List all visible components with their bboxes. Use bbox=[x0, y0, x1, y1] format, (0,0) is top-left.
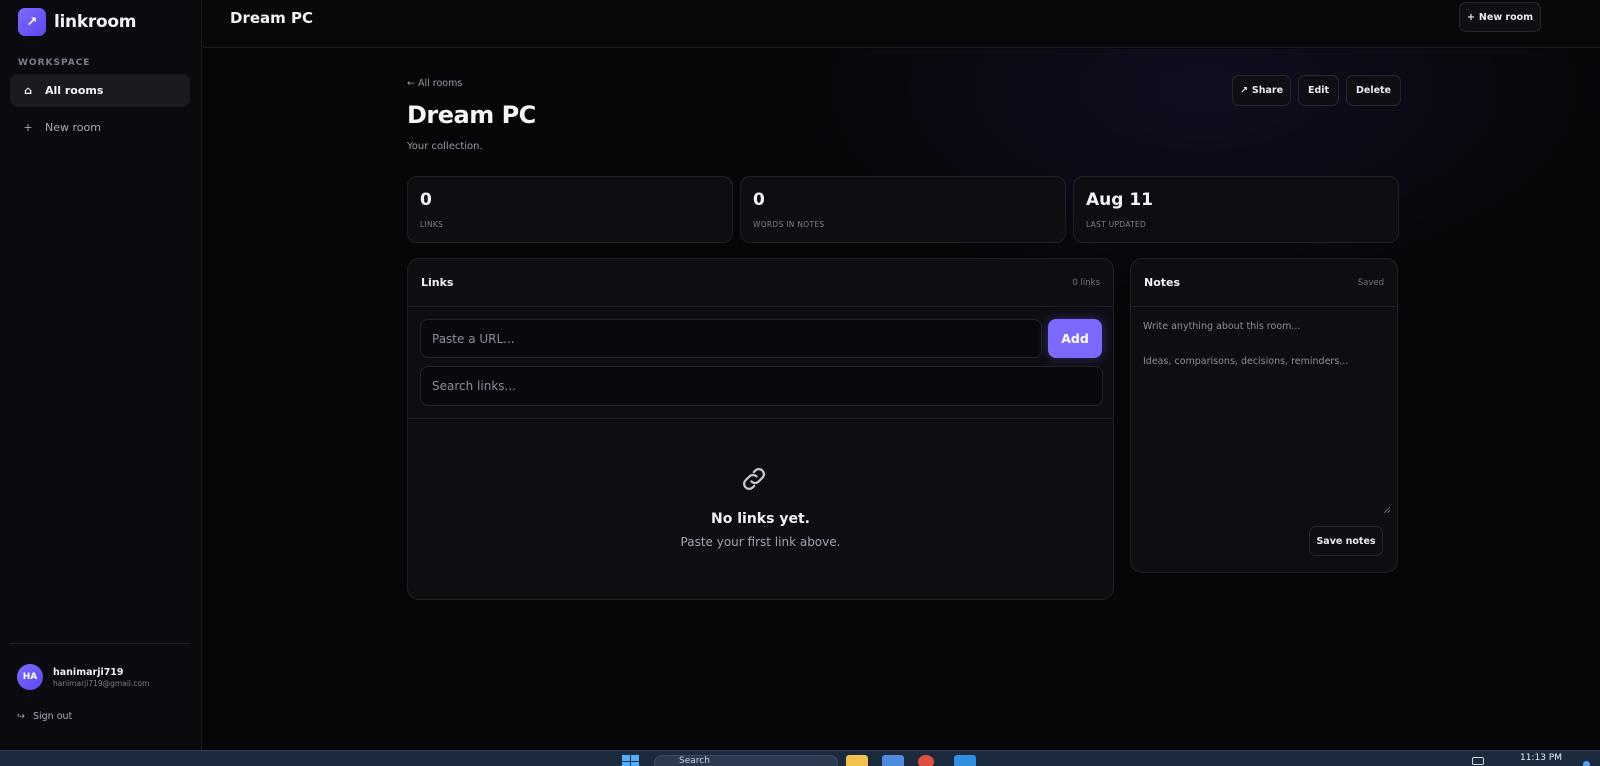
notes-title: Notes bbox=[1144, 276, 1181, 289]
stat-label: WORDS IN NOTES bbox=[753, 220, 825, 229]
page-title: Dream PC bbox=[230, 9, 313, 27]
back-label: All rooms bbox=[418, 78, 463, 89]
stat-value: Aug 11 bbox=[1086, 190, 1154, 210]
file-explorer-icon[interactable] bbox=[846, 755, 868, 766]
taskbar-search[interactable]: Search bbox=[654, 755, 838, 766]
user-profile[interactable]: HA hanimarji719 hanimarji719@gmail.com bbox=[17, 664, 149, 690]
home-icon: ⌂ bbox=[24, 84, 32, 97]
arrow-left-icon: ← bbox=[407, 78, 415, 89]
share-arrow-icon: ↗ bbox=[1239, 85, 1248, 96]
new-room-label: New room bbox=[1478, 11, 1534, 23]
notes-placeholder-line2: Ideas, comparisons, decisions, reminders… bbox=[1143, 356, 1349, 367]
links-header: Links 0 links bbox=[408, 259, 1113, 307]
user-email: hanimarji719@gmail.com bbox=[53, 678, 150, 688]
edit-button[interactable]: Edit bbox=[1298, 75, 1339, 106]
stat-value: 0 bbox=[420, 190, 432, 210]
tray-icon[interactable] bbox=[1472, 757, 1484, 765]
windows-start-icon[interactable] bbox=[622, 755, 640, 766]
plus-icon: + bbox=[23, 121, 33, 134]
vscode-icon[interactable] bbox=[954, 755, 976, 766]
empty-state-subtitle: Paste your first link above. bbox=[680, 535, 841, 549]
delete-button[interactable]: Delete bbox=[1346, 75, 1401, 106]
notes-placeholder-line1: Write anything about this room... bbox=[1143, 321, 1301, 332]
sign-out-icon: ↪ bbox=[17, 711, 25, 722]
notes-panel: Notes Saved Write anything about this ro… bbox=[1130, 258, 1398, 573]
stat-value: 0 bbox=[753, 190, 765, 210]
store-icon[interactable] bbox=[882, 755, 904, 766]
link-icon bbox=[743, 468, 765, 490]
user-name: hanimarji719 bbox=[53, 666, 124, 678]
room-subtitle: Your collection. bbox=[407, 141, 483, 152]
notes-status: Saved bbox=[1357, 278, 1384, 288]
divider bbox=[408, 418, 1113, 419]
workspace-label: WORKSPACE bbox=[18, 58, 91, 68]
room-title: Dream PC bbox=[407, 101, 536, 129]
notification-icon[interactable] bbox=[1583, 761, 1590, 766]
main-content: ← All rooms Dream PC Your collection. ↗ … bbox=[203, 49, 1600, 750]
sign-out-label: Sign out bbox=[32, 711, 73, 722]
links-count: 0 links bbox=[1072, 278, 1100, 288]
brand[interactable]: ↗ linkroom bbox=[18, 8, 136, 36]
sidebar: ↗ linkroom WORKSPACE ⌂ All rooms + New r… bbox=[0, 0, 202, 750]
browser-icon[interactable] bbox=[918, 755, 934, 766]
stat-card-words: 0 WORDS IN NOTES bbox=[740, 176, 1066, 243]
os-taskbar: Search 11:13 PM bbox=[0, 750, 1600, 766]
notes-header: Notes Saved bbox=[1131, 259, 1397, 307]
stat-label: LAST UPDATED bbox=[1086, 220, 1147, 229]
empty-state-title: No links yet. bbox=[711, 511, 810, 527]
plus-icon: + bbox=[1466, 11, 1475, 23]
share-label: Share bbox=[1251, 85, 1284, 96]
stat-card-updated: Aug 11 LAST UPDATED bbox=[1073, 176, 1399, 243]
stat-card-links: 0 LINKS bbox=[407, 176, 733, 243]
save-notes-button[interactable]: Save notes bbox=[1309, 526, 1383, 556]
search-links-input[interactable]: Search links... bbox=[420, 366, 1103, 406]
sign-out-button[interactable]: ↪ Sign out bbox=[17, 711, 72, 722]
stat-label: LINKS bbox=[420, 220, 444, 229]
add-link-button[interactable]: Add bbox=[1048, 319, 1102, 358]
url-input[interactable]: Paste a URL... bbox=[420, 319, 1042, 358]
share-button[interactable]: ↗ Share bbox=[1232, 75, 1291, 106]
clock: 11:13 PM bbox=[1520, 753, 1562, 763]
resize-handle-icon[interactable] bbox=[1384, 507, 1390, 513]
links-panel: Links 0 links Paste a URL... Add Search … bbox=[407, 258, 1114, 600]
new-room-button[interactable]: + New room bbox=[1459, 2, 1541, 32]
topbar: Dream PC + New room bbox=[203, 0, 1600, 48]
sidebar-item-new-room[interactable]: + New room bbox=[10, 111, 190, 144]
sidebar-divider bbox=[10, 643, 191, 644]
sidebar-item-all-rooms[interactable]: ⌂ All rooms bbox=[10, 74, 190, 107]
avatar: HA bbox=[17, 664, 43, 690]
sidebar-item-label: New room bbox=[45, 121, 101, 134]
arrow-up-right-icon: ↗ bbox=[18, 8, 46, 36]
brand-name: linkroom bbox=[54, 12, 137, 32]
links-title: Links bbox=[421, 276, 454, 289]
back-link[interactable]: ← All rooms bbox=[407, 78, 462, 89]
sidebar-item-label: All rooms bbox=[45, 84, 104, 97]
